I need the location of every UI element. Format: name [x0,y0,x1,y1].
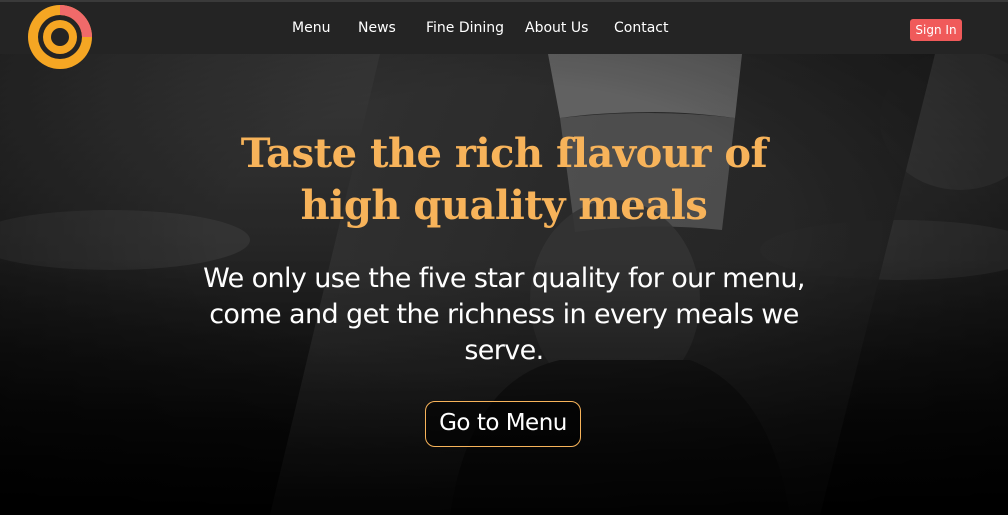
nav-link-contact[interactable]: Contact [614,20,668,36]
nav-links: Menu News Fine Dining About Us Contact [0,2,1008,56]
ring-logo-icon[interactable] [26,3,94,71]
sign-in-button[interactable]: Sign In [910,19,962,41]
nav-link-fine-dining[interactable]: Fine Dining [426,20,504,36]
nav-link-news[interactable]: News [358,20,396,36]
landing-page: Menu News Fine Dining About Us Contact S… [0,0,1008,515]
top-navbar: Menu News Fine Dining About Us Contact S… [0,0,1008,54]
hero-subtitle: We only use the five star quality for ou… [203,263,805,366]
nav-link-menu[interactable]: Menu [292,20,330,36]
hero-title-line-1: Taste the rich flavour of [240,130,768,177]
go-to-menu-button[interactable]: Go to Menu [425,401,581,447]
hero-title-line-2: high quality meals [300,182,708,229]
hero-title: Taste the rich flavour of high quality m… [0,128,1008,232]
nav-link-about-us[interactable]: About Us [525,20,588,36]
